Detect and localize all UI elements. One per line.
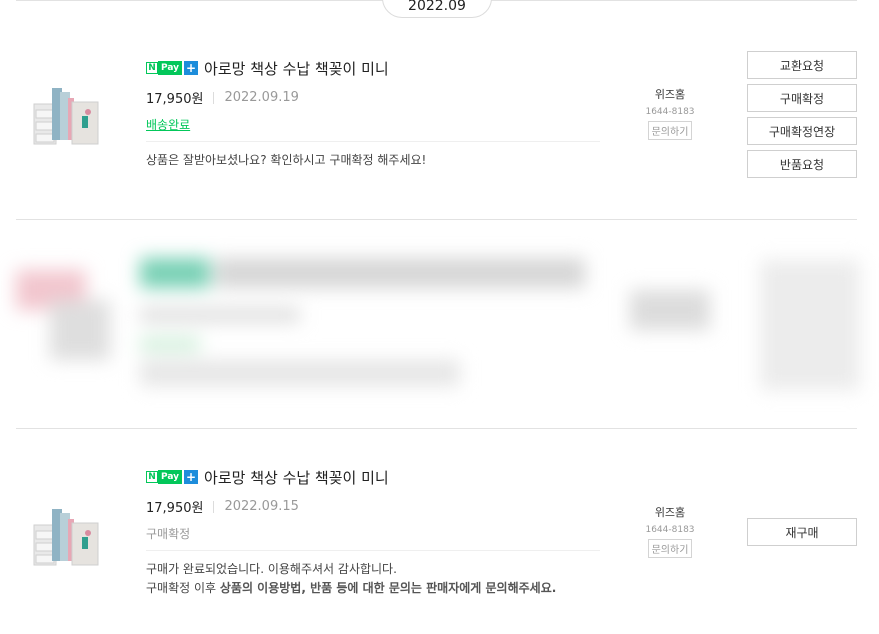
seller-inquiry-button[interactable]: 문의하기 [647, 121, 693, 140]
npay-n-icon: N [146, 62, 158, 74]
order-message: 구매가 완료되었습니다. 이용해주셔서 감사합니다. 구매확정 이후 상품의 이… [146, 560, 556, 598]
order-date: 2022.09.19 [224, 90, 299, 105]
content-divider [146, 550, 600, 551]
npay-pay-label: Pay [158, 61, 183, 75]
content-divider [146, 141, 600, 142]
return-request-button[interactable]: 반품요청 [747, 150, 857, 178]
seller-phone: 1644-8183 [645, 107, 695, 117]
price-row: 17,950원 2022.09.19 [146, 88, 299, 107]
blurred-order-item [0, 230, 879, 420]
purchase-confirm-extend-button[interactable]: 구매확정연장 [747, 117, 857, 145]
plus-icon: + [184, 470, 199, 484]
order-divider [16, 219, 857, 220]
seller-phone: 1644-8183 [645, 525, 695, 535]
order-item: N Pay + 아로망 책상 수납 책꽂이 미니 17,950원 2022.09… [16, 449, 857, 629]
price: 17,950원 [146, 92, 204, 107]
delivery-status-link[interactable]: 배송완료 [146, 116, 190, 133]
npay-plus-badge: N Pay + [146, 61, 199, 75]
product-thumbnail[interactable] [30, 505, 102, 571]
npay-n-icon: N [146, 471, 158, 483]
product-title-row: N Pay + 아로망 책상 수납 책꽂이 미니 [146, 467, 389, 487]
product-name[interactable]: 아로망 책상 수납 책꽂이 미니 [204, 467, 389, 488]
order-message: 상품은 잘받아보셨나요? 확인하시고 구매확정 해주세요! [146, 151, 426, 170]
message-line-1: 상품은 잘받아보셨나요? 확인하시고 구매확정 해주세요! [146, 153, 427, 167]
plus-icon: + [184, 61, 199, 75]
price-row: 17,950원 2022.09.15 [146, 497, 299, 516]
month-header: 2022.09 [382, 0, 492, 18]
blurred-content [0, 230, 879, 420]
seller-name: 위즈홈 [654, 88, 686, 101]
price-separator [213, 500, 215, 513]
exchange-request-button[interactable]: 교환요청 [747, 51, 857, 79]
seller-info: 위즈홈 1644-8183 문의하기 [630, 504, 710, 558]
price: 17,950원 [146, 501, 204, 516]
product-name[interactable]: 아로망 책상 수납 책꽂이 미니 [204, 58, 389, 79]
purchase-confirm-button[interactable]: 구매확정 [747, 84, 857, 112]
message-line-2-emphasis: 상품의 이용방법, 반품 등에 대한 문의는 판매자에게 문의해주세요. [219, 581, 557, 595]
seller-inquiry-button[interactable]: 문의하기 [647, 539, 693, 558]
product-thumbnail[interactable] [30, 84, 102, 150]
seller-name: 위즈홈 [654, 506, 686, 519]
order-status: 구매확정 [146, 527, 191, 541]
order-item: N Pay + 아로망 책상 수납 책꽂이 미니 17,950원 2022.09… [16, 40, 857, 220]
message-line-1: 구매가 완료되었습니다. 이용해주셔서 감사합니다. [146, 562, 397, 576]
price-separator [213, 91, 215, 104]
message-line-2: 구매확정 이후 상품의 이용방법, 반품 등에 대한 문의는 판매자에게 문의해… [146, 579, 556, 598]
npay-plus-badge: N Pay + [146, 470, 199, 484]
order-date: 2022.09.15 [224, 499, 299, 514]
seller-info: 위즈홈 1644-8183 문의하기 [630, 86, 710, 140]
product-title-row: N Pay + 아로망 책상 수납 책꽂이 미니 [146, 58, 389, 78]
order-divider [16, 428, 857, 429]
message-line-2-prefix: 구매확정 이후 [146, 581, 220, 595]
repurchase-button[interactable]: 재구매 [747, 518, 857, 546]
npay-pay-label: Pay [158, 470, 183, 484]
